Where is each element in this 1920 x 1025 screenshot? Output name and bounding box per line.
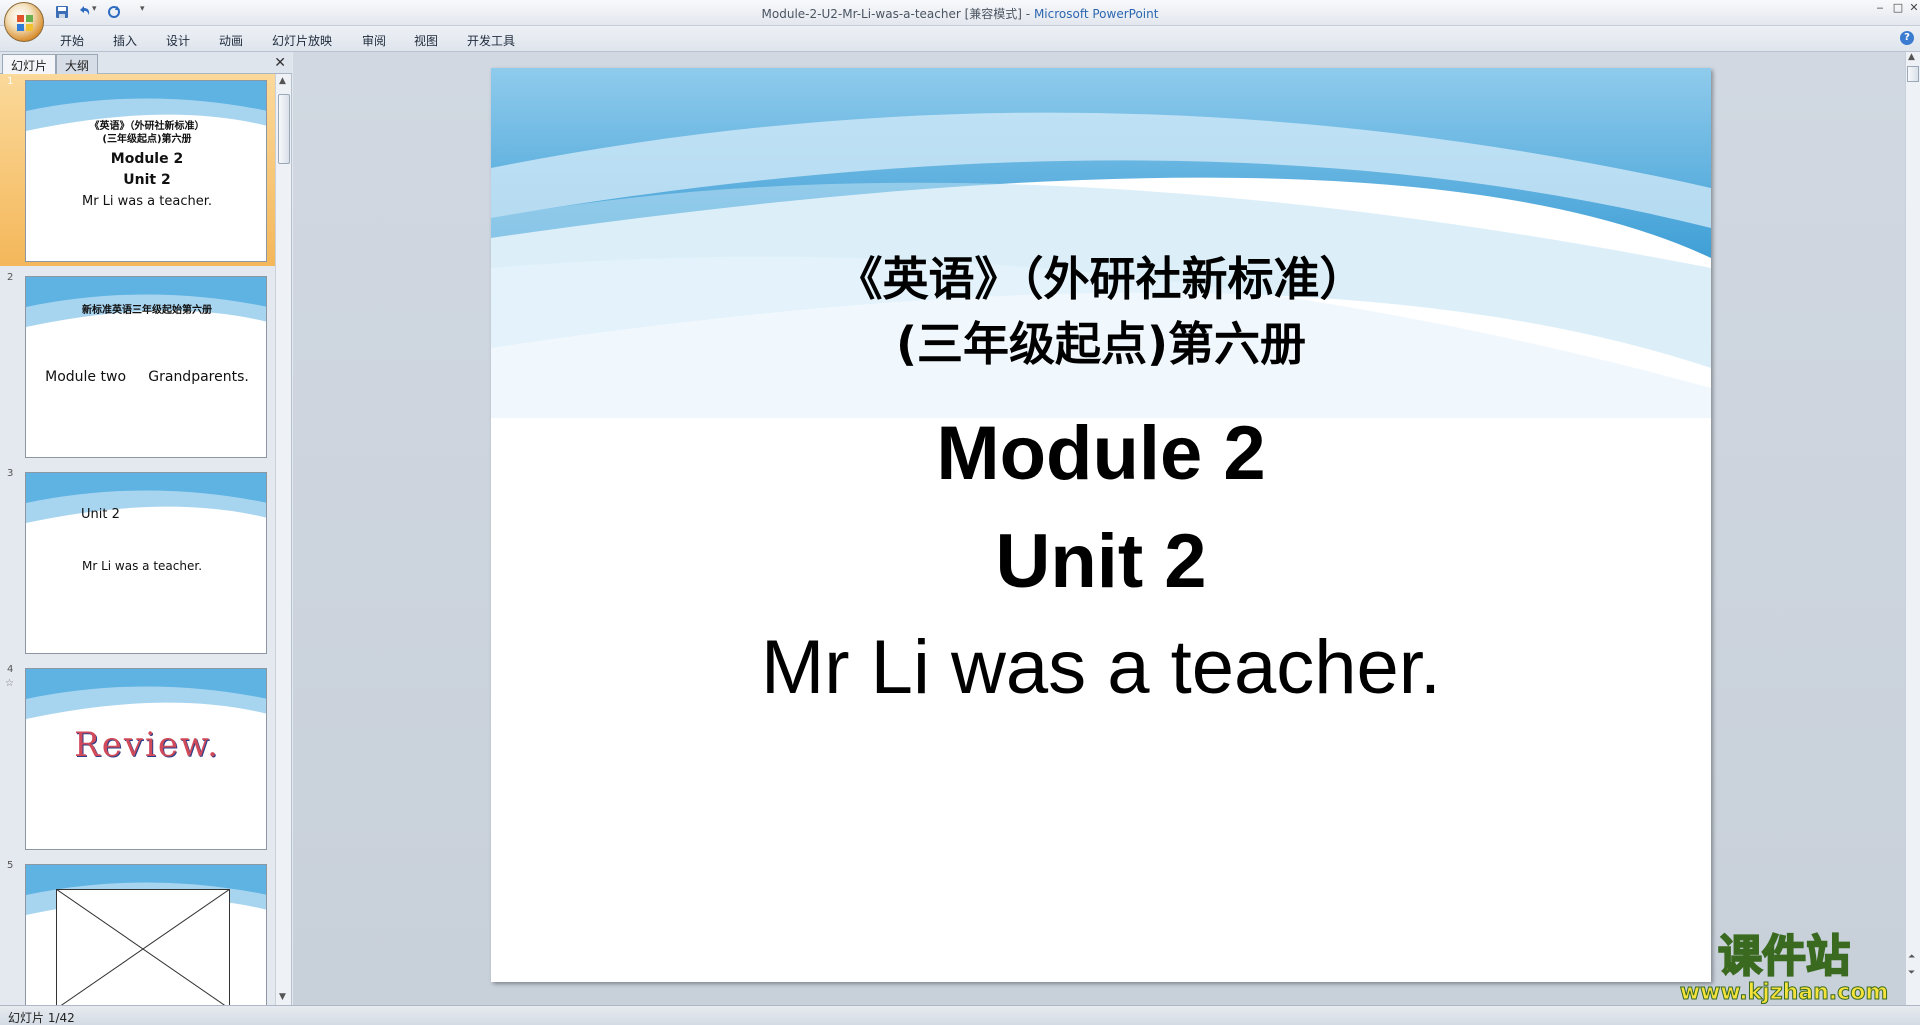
title-separator: - — [1021, 7, 1034, 21]
tab-design[interactable]: 设计 — [166, 32, 190, 49]
slides-pane: 幻灯片 大纲 ✕ 1 《英语》（外研社新标准） (三年级起点)第六册 Modul… — [0, 52, 292, 1005]
thumb-subtitle: Mr Li was a teacher. — [82, 559, 203, 573]
scroll-thumb[interactable] — [1907, 66, 1919, 82]
close-pane-icon[interactable]: ✕ — [274, 55, 286, 71]
watermark-url: www.kjzhan.com — [1680, 980, 1889, 1005]
thumb-subtitle: Mr Li was a teacher. — [81, 194, 212, 209]
scroll-thumb[interactable] — [278, 94, 290, 164]
prev-slide-icon[interactable]: ⏶ — [1908, 952, 1915, 962]
minimize-icon[interactable]: ‒ — [1870, 2, 1890, 14]
thumbnail-slide-1[interactable]: 1 《英语》（外研社新标准） (三年级起点)第六册 Module 2 Unit … — [0, 74, 275, 266]
scroll-up-icon[interactable]: ▲ — [279, 76, 286, 86]
ribbon-tabs: 开始 插入 设计 动画 幻灯片放映 审阅 视图 开发工具 ? — [0, 26, 1920, 52]
thumbnail-slide-4[interactable]: 4 ☆ Review. — [0, 662, 275, 854]
tab-insert[interactable]: 插入 — [113, 32, 137, 49]
slide-title-line2[interactable]: (三年级起点)第六册 — [491, 308, 1711, 374]
thumbnail-image[interactable]: Review. — [25, 668, 267, 850]
thumb-body: Module two Grandparents. — [45, 369, 249, 385]
window-title: Module-2-U2-Mr-Li-was-a-teacher [兼容模式] -… — [0, 5, 1920, 22]
thumbnail-number: 3 — [7, 468, 14, 479]
animation-star-icon: ☆ — [5, 678, 14, 689]
thumbnail-slide-3[interactable]: 3 Unit 2 Mr Li was a teacher. — [0, 466, 275, 658]
thumbnail-image[interactable] — [25, 864, 267, 1005]
thumbnail-slide-2[interactable]: 2 新标准英语三年级起始第六册 Module two Grandparents. — [0, 270, 275, 462]
close-window-icon[interactable]: ✕ — [1904, 2, 1920, 14]
next-slide-icon[interactable]: ⏷ — [1908, 968, 1915, 978]
thumbnail-image[interactable]: 《英语》（外研社新标准） (三年级起点)第六册 Module 2 Unit 2 … — [25, 80, 267, 262]
office-logo-icon — [17, 15, 33, 31]
watermark-brand: 课件站 — [1718, 931, 1850, 982]
thumb-module: Module 2 — [110, 151, 184, 167]
tab-outline[interactable]: 大纲 — [56, 54, 99, 74]
slide-indicator: 幻灯片 1/42 — [8, 1011, 75, 1025]
slide-title-line1[interactable]: 《英语》（外研社新标准） — [491, 243, 1711, 309]
thumbnail-image[interactable]: Unit 2 Mr Li was a teacher. — [25, 472, 267, 654]
tab-view[interactable]: 视图 — [414, 32, 438, 49]
scroll-down-icon[interactable]: ▼ — [279, 992, 286, 1002]
slide-editor: 《英语》（外研社新标准） (三年级起点)第六册 Module 2 Unit 2 … — [293, 52, 1905, 1005]
thumbnail-slide-5[interactable]: 5 — [0, 858, 275, 1005]
thumbnail-number: 5 — [7, 860, 14, 871]
document-name: Module-2-U2-Mr-Li-was-a-teacher [兼容模式] — [761, 7, 1022, 21]
tab-animation[interactable]: 动画 — [219, 32, 243, 49]
pane-scrollbar[interactable]: ▲ ▼ — [275, 74, 291, 1005]
tab-developer[interactable]: 开发工具 — [467, 32, 515, 49]
image-placeholder-icon — [56, 889, 230, 1005]
app-name: Microsoft PowerPoint — [1033, 7, 1159, 21]
tab-slides[interactable]: 幻灯片 — [2, 54, 57, 74]
tab-review[interactable]: 审阅 — [362, 32, 386, 49]
thumb-heading: 新标准英语三年级起始第六册 — [82, 305, 212, 316]
slide-module[interactable]: Module 2 — [491, 410, 1711, 497]
slide-subtitle[interactable]: Mr Li was a teacher. — [491, 624, 1711, 711]
kjzhan-watermark-logo: 课件站 www.kjzhan.com — [1679, 930, 1889, 1005]
slide-unit[interactable]: Unit 2 — [491, 518, 1711, 605]
tab-slideshow[interactable]: 幻灯片放映 — [272, 32, 332, 49]
editor-scrollbar[interactable]: ▲ ⏶ ⏷ — [1905, 52, 1920, 1005]
thumb-review-wordart: Review. — [74, 725, 220, 765]
thumbnail-number: 1 — [7, 76, 14, 87]
thumbnail-list: 1 《英语》（外研社新标准） (三年级起点)第六册 Module 2 Unit … — [0, 74, 275, 1005]
thumb-unit: Unit 2 — [81, 507, 120, 522]
thumbnail-number: 2 — [7, 272, 14, 283]
current-slide[interactable]: 《英语》（外研社新标准） (三年级起点)第六册 Module 2 Unit 2 … — [491, 68, 1711, 982]
thumb-unit: Unit 2 — [123, 172, 171, 188]
help-icon[interactable]: ? — [1900, 31, 1914, 45]
title-bar: ▾ ▾ Module-2-U2-Mr-Li-was-a-teacher [兼容模… — [0, 0, 1920, 42]
status-bar: 幻灯片 1/42 — [0, 1005, 1920, 1025]
thumbnail-number: 4 — [7, 664, 14, 675]
scroll-up-icon[interactable]: ▲ — [1908, 52, 1915, 62]
pane-tabs: 幻灯片 大纲 ✕ — [0, 52, 292, 74]
thumbnail-image[interactable]: 新标准英语三年级起始第六册 Module two Grandparents. — [25, 276, 267, 458]
thumb-title-line2: (三年级起点)第六册 — [102, 134, 192, 145]
tab-home[interactable]: 开始 — [60, 32, 84, 49]
wave-decoration — [26, 669, 266, 719]
wave-decoration — [26, 473, 266, 523]
office-button[interactable] — [4, 2, 44, 42]
